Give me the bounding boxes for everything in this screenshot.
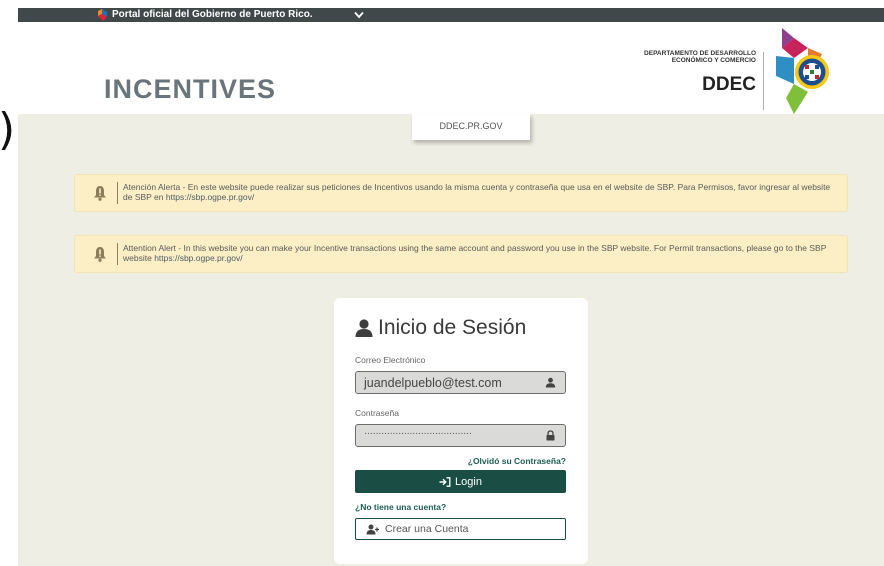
header-divider — [763, 52, 764, 110]
ddec-logo-icon — [776, 28, 829, 114]
password-field[interactable]: ······································ — [355, 424, 566, 447]
password-label: Contraseña — [355, 408, 399, 418]
password-value[interactable]: ······································ — [364, 428, 472, 439]
login-header: Inicio de Sesión — [354, 316, 526, 340]
sbp-link[interactable]: https://sbp.ogpe.pr.gov/ — [154, 253, 242, 263]
forgot-password-link[interactable]: ¿Olvidó su Contraseña? — [355, 456, 566, 466]
agency-name-line2: ECONÓMICO Y COMERCIO — [671, 57, 756, 64]
login-title: Inicio de Sesión — [378, 316, 527, 339]
alert-spanish: Atención Alerta - En este website puede … — [74, 174, 848, 212]
lock-icon — [546, 430, 555, 441]
site-tab[interactable]: DDEC.PR.GOV — [412, 114, 530, 140]
gov-bar[interactable]: Portal oficial del Gobierno de Puerto Ri… — [18, 8, 884, 22]
chevron-down-icon[interactable] — [354, 11, 364, 19]
bell-icon — [94, 247, 106, 262]
user-plus-icon — [366, 524, 379, 534]
edge-fragment: ) — [0, 108, 15, 152]
alert-text: Atención Alerta - En este website puede … — [123, 182, 835, 202]
login-button[interactable]: Login — [355, 470, 566, 493]
user-small-icon — [545, 377, 556, 388]
email-label: Correo Electrónico — [355, 355, 426, 365]
main-content: DDEC.PR.GOV Atención Alerta - En este we… — [18, 114, 884, 566]
create-account-label[interactable]: Crear una Cuenta — [385, 523, 468, 535]
login-card: Inicio de Sesión Correo Electrónico juan… — [334, 298, 588, 564]
alert-separator — [117, 182, 118, 204]
agency-name: DEPARTAMENTO DE DESARROLLO ECONÓMICO Y C… — [578, 50, 756, 64]
create-account-button[interactable]: Crear una Cuenta — [355, 518, 566, 540]
email-value[interactable]: juandelpueblo@test.com — [364, 376, 502, 390]
bell-icon — [94, 186, 106, 201]
email-field[interactable]: juandelpueblo@test.com — [355, 371, 566, 394]
login-button-label[interactable]: Login — [455, 476, 482, 488]
user-icon — [355, 319, 373, 337]
page: ) Portal oficial del Gobierno de Puerto … — [0, 0, 884, 566]
alert-separator — [117, 243, 118, 265]
agency-name-line1: DEPARTAMENTO DE DESARROLLO — [644, 50, 756, 57]
sbp-link[interactable]: https://sbp.ogpe.pr.gov/ — [166, 192, 254, 202]
alert-text: Attention Alert - In this website you ca… — [123, 243, 835, 263]
header: INCENTIVES DEPARTAMENTO DE DESARROLLO EC… — [18, 22, 884, 114]
pr-flag-icon — [98, 9, 107, 21]
sign-in-icon — [439, 476, 451, 487]
app-title: INCENTIVES — [104, 74, 277, 104]
gov-bar-label[interactable]: Portal oficial del Gobierno de Puerto Ri… — [112, 8, 313, 22]
no-account-link[interactable]: ¿No tiene una cuenta? — [355, 502, 446, 512]
agency-short-name: DDEC — [702, 74, 756, 95]
alert-english: Attention Alert - In this website you ca… — [74, 235, 848, 273]
